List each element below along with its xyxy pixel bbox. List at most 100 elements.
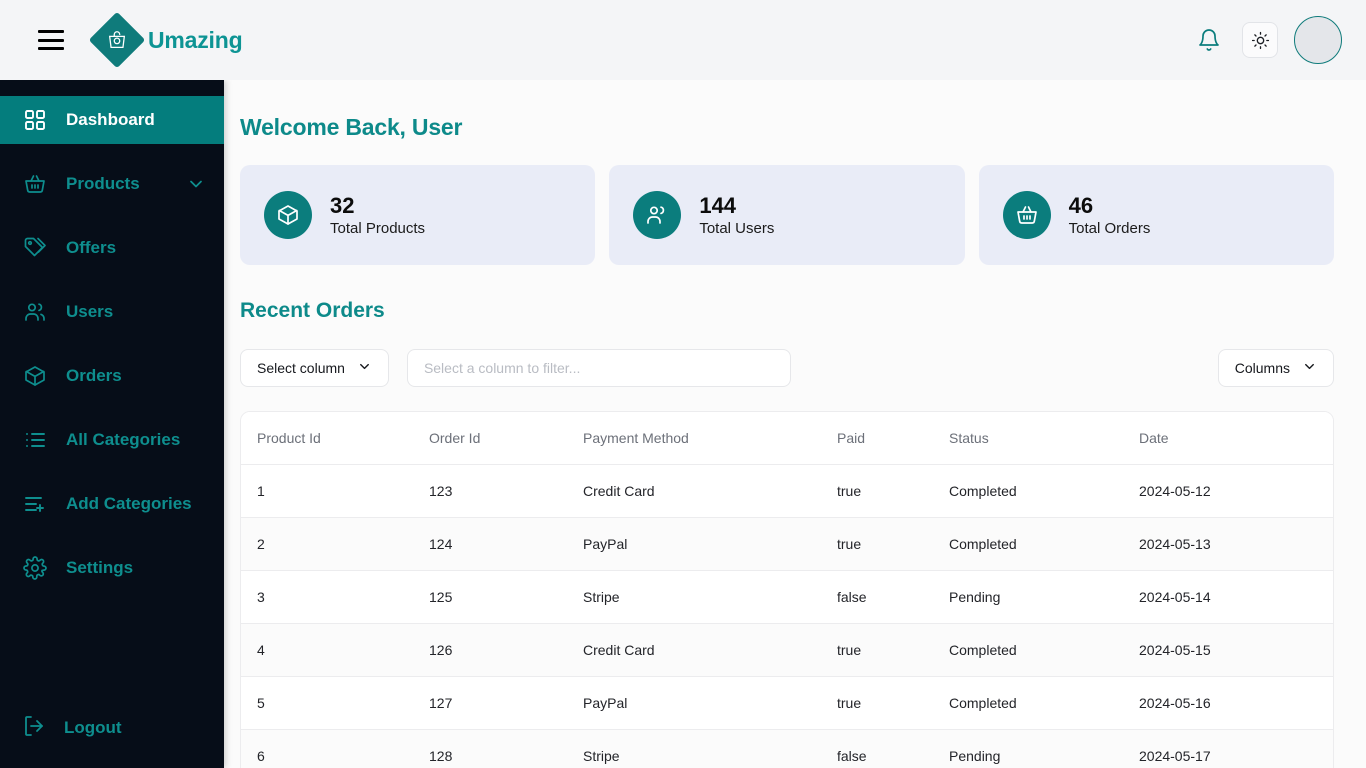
column-header-status[interactable]: Status [933, 412, 1123, 465]
stat-card-total-products: 32 Total Products [240, 165, 596, 265]
column-header-product-id[interactable]: Product Id [241, 412, 413, 465]
cell-product-id: 5 [241, 676, 413, 730]
cell-status: Completed [933, 623, 1123, 677]
sidebar-item-products[interactable]: Products [0, 160, 224, 208]
package-icon [264, 191, 312, 239]
package-icon [22, 363, 48, 389]
brand-logo[interactable]: Umazing [88, 11, 243, 69]
chevron-down-icon [357, 359, 372, 377]
cell-payment-method: Stripe [567, 570, 821, 624]
sidebar-item-label: Dashboard [66, 110, 155, 129]
brand-name: Umazing [148, 26, 243, 53]
sun-icon [1251, 31, 1269, 49]
sidebar: Dashboard Products Offers Users Orders A… [0, 80, 224, 768]
sidebar-item-add-categories[interactable]: Add Categories [0, 480, 224, 528]
cell-payment-method: PayPal [567, 517, 821, 571]
column-header-order-id[interactable]: Order Id [413, 412, 567, 465]
hamburger-icon[interactable] [38, 30, 64, 50]
cell-payment-method: Credit Card [567, 464, 821, 518]
cell-order-id: 123 [413, 464, 567, 518]
cell-product-id: 1 [241, 464, 413, 518]
sidebar-item-label: Orders [66, 366, 122, 385]
sidebar-item-label: Settings [66, 558, 134, 577]
table-row[interactable]: 5 127 PayPal true Completed 2024-05-16 [241, 676, 1333, 730]
sidebar-item-settings[interactable]: Settings [0, 544, 224, 592]
filter-input[interactable] [406, 349, 791, 387]
table-row[interactable]: 4 126 Credit Card true Completed 2024-05… [241, 623, 1333, 677]
stat-label: Total Products [330, 220, 426, 237]
stat-value: 144 [699, 192, 737, 218]
cell-order-id: 126 [413, 623, 567, 677]
section-title-recent-orders: Recent Orders [240, 299, 385, 322]
cell-status: Pending [933, 570, 1123, 624]
cell-payment-method: PayPal [567, 676, 821, 730]
cell-product-id: 4 [241, 623, 413, 677]
table-row[interactable]: 3 125 Stripe false Pending 2024-05-14 [241, 570, 1333, 624]
cell-payment-method: Credit Card [567, 623, 821, 677]
sidebar-item-label: All Categories [66, 430, 181, 449]
tags-icon [22, 235, 48, 261]
sidebar-item-all-categories[interactable]: All Categories [0, 416, 224, 464]
grid-icon [22, 107, 48, 133]
table-filter-bar: Select column Columns [240, 349, 1334, 387]
stat-value: 32 [330, 192, 355, 218]
cell-status: Completed [933, 676, 1123, 730]
stat-card-total-users: 144 Total Users [609, 165, 965, 265]
column-header-paid[interactable]: Paid [821, 412, 933, 465]
columns-dropdown-button[interactable]: Columns [1217, 349, 1334, 387]
orders-table-body: 1 123 Credit Card true Completed 2024-05… [241, 464, 1333, 768]
sidebar-item-offers[interactable]: Offers [0, 224, 224, 272]
list-icon [22, 427, 48, 453]
table-row[interactable]: 1 123 Credit Card true Completed 2024-05… [241, 464, 1333, 518]
orders-table: Product Id Order Id Payment Method Paid … [241, 412, 1333, 768]
chevron-down-icon[interactable] [186, 174, 206, 194]
cell-order-id: 124 [413, 517, 567, 571]
cell-product-id: 3 [241, 570, 413, 624]
cell-date: 2024-05-15 [1123, 623, 1333, 677]
bell-icon[interactable] [1192, 23, 1226, 57]
cell-date: 2024-05-13 [1123, 517, 1333, 571]
select-column-label: Select column [257, 360, 345, 376]
app-header: Umazing [0, 0, 1366, 80]
column-header-payment-method[interactable]: Payment Method [567, 412, 821, 465]
column-header-date[interactable]: Date [1123, 412, 1333, 465]
cell-paid: true [821, 623, 933, 677]
avatar[interactable] [1294, 16, 1342, 64]
sidebar-item-users[interactable]: Users [0, 288, 224, 336]
sidebar-item-label: Users [66, 302, 114, 321]
table-row[interactable]: 2 124 PayPal true Completed 2024-05-13 [241, 517, 1333, 571]
page-title: Welcome Back, User [240, 114, 463, 140]
cell-date: 2024-05-17 [1123, 729, 1333, 768]
cell-order-id: 127 [413, 676, 567, 730]
theme-toggle-button[interactable] [1242, 22, 1278, 58]
cell-date: 2024-05-12 [1123, 464, 1333, 518]
cell-order-id: 128 [413, 729, 567, 768]
orders-table-container: Product Id Order Id Payment Method Paid … [240, 411, 1334, 768]
orders-table-head: Product Id Order Id Payment Method Paid … [241, 412, 1333, 465]
sidebar-item-label: Offers [66, 238, 117, 257]
shopping-bag-icon [88, 11, 146, 69]
cell-payment-method: Stripe [567, 729, 821, 768]
sidebar-item-dashboard[interactable]: Dashboard [0, 96, 224, 144]
cell-paid: false [821, 729, 933, 768]
sidebar-nav: Dashboard Products Offers Users Orders A… [0, 80, 224, 704]
select-column-dropdown[interactable]: Select column [240, 349, 389, 387]
hamburger-bar [38, 30, 64, 33]
cell-product-id: 2 [241, 517, 413, 571]
sidebar-item-logout[interactable]: Logout [0, 704, 224, 752]
table-row[interactable]: 6 128 Stripe false Pending 2024-05-17 [241, 729, 1333, 768]
columns-label: Columns [1234, 360, 1290, 376]
table-header-row: Product Id Order Id Payment Method Paid … [241, 412, 1333, 465]
sidebar-item-orders[interactable]: Orders [0, 352, 224, 400]
cell-status: Pending [933, 729, 1123, 768]
cell-product-id: 6 [241, 729, 413, 768]
stat-label: Total Orders [1068, 220, 1151, 237]
users-icon [22, 299, 48, 325]
cell-status: Completed [933, 464, 1123, 518]
cell-date: 2024-05-14 [1123, 570, 1333, 624]
stats-row: 32 Total Products 144 Total Users 46 Tot… [240, 165, 1334, 265]
sidebar-item-label: Add Categories [66, 494, 192, 513]
list-plus-icon [22, 491, 48, 517]
chevron-down-icon [1302, 359, 1317, 377]
cell-paid: true [821, 464, 933, 518]
